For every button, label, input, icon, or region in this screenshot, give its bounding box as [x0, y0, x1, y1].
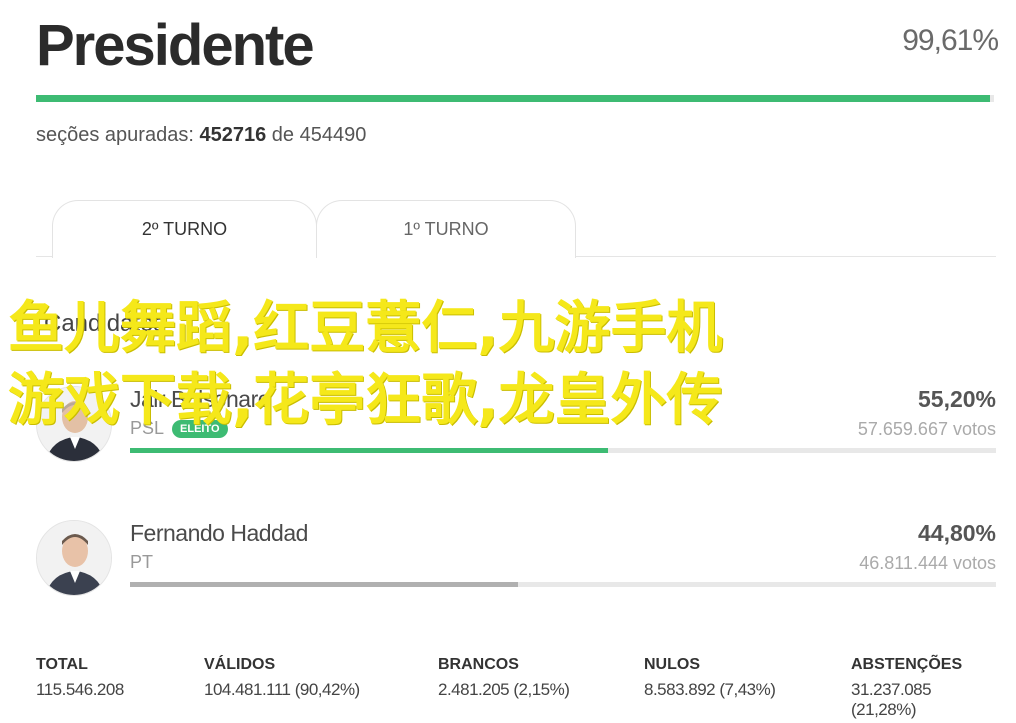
tab-second-round[interactable]: 2º TURNO [52, 200, 317, 258]
abstention-item: ABSTENÇÕES 31.237.085 (21,28%) [851, 656, 998, 720]
candidate-party: PT [130, 552, 153, 573]
overall-progress-fill [36, 95, 991, 102]
null-value: 8.583.892 (7,43%) [644, 680, 776, 699]
section-title: Candidatos [44, 310, 166, 337]
valid-item: VÁLIDOS 104.481.111 (90,42%) [204, 656, 360, 700]
candidate-votes: 46.811.444 votos [859, 553, 996, 573]
overall-percent: 99,61% [902, 24, 999, 57]
candidate-avatar [36, 520, 112, 596]
candidate-name: Fernando Haddad [130, 520, 308, 546]
total-label: TOTAL [36, 656, 88, 673]
overall-progress-bar [36, 95, 994, 102]
party-label: PT [130, 552, 154, 572]
blank-value: 2.481.205 (2,15%) [438, 680, 570, 699]
abstention-label: ABSTENÇÕES [851, 656, 963, 673]
tab-first-round[interactable]: 1º TURNO [316, 200, 576, 258]
candidate-party: PSL ELEITO [130, 418, 228, 439]
elected-badge: ELEITO [172, 419, 228, 438]
blank-label: BRANCOS [438, 656, 519, 673]
valid-label: VÁLIDOS [204, 656, 276, 673]
page-title: Presidente [36, 13, 315, 78]
round-tabs: 1º TURNO 2º TURNO [36, 200, 996, 258]
total-item: TOTAL 115.546.208 [36, 656, 124, 700]
candidate-percent: 44,80% [917, 520, 996, 546]
null-item: NULOS 8.583.892 (7,43%) [644, 656, 776, 700]
valid-value: 104.481.111 (90,42%) [204, 680, 360, 699]
candidate-vote-bar-fill [130, 448, 609, 453]
candidate-percent: 55,20% [917, 386, 996, 412]
candidate-row[interactable]: Jair Bolsonaro PSL ELEITO 55,20% 57.659.… [36, 386, 996, 496]
candidate-votes: 57.659.667 votos [857, 419, 996, 439]
candidate-name: Jair Bolsonaro [130, 386, 271, 412]
candidate-vote-bar-fill [130, 582, 518, 587]
candidate-row[interactable]: Fernando Haddad PT 44,80% 46.811.444 vot… [36, 520, 996, 630]
total-value: 115.546.208 [36, 680, 124, 699]
sections-counted: seções apuradas: 452716 de 454490 [36, 124, 367, 146]
candidate-avatar [36, 386, 112, 462]
candidate-vote-bar [130, 448, 996, 453]
blank-item: BRANCOS 2.481.205 (2,15%) [438, 656, 570, 700]
abstention-value: 31.237.085 (21,28%) [851, 680, 932, 719]
party-label: PSL [130, 418, 165, 438]
candidate-vote-bar [130, 582, 996, 587]
null-label: NULOS [644, 656, 700, 673]
